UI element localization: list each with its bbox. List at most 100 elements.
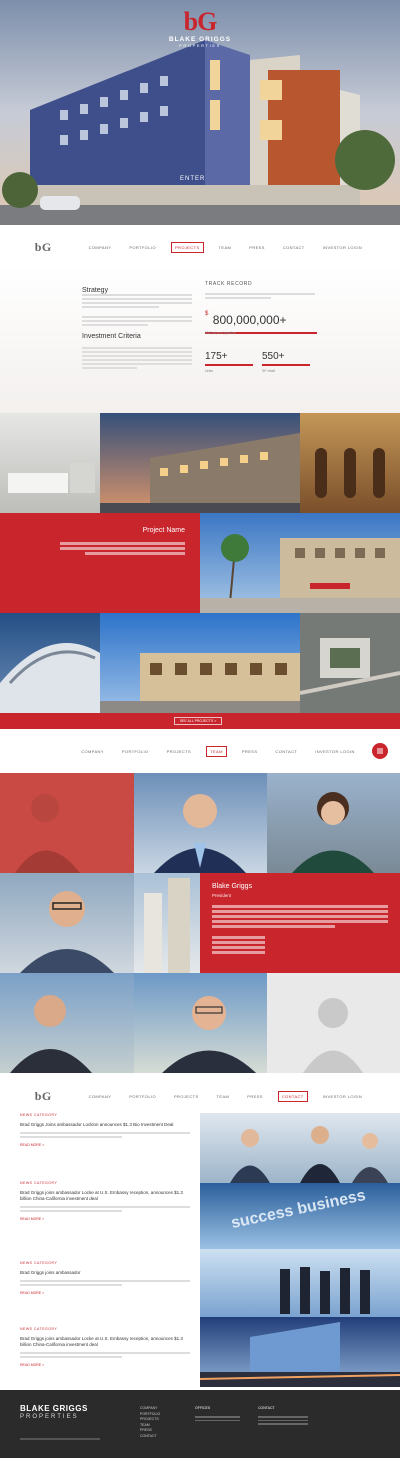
- press-item[interactable]: NEWS CATEGORY Brad Griggs joins ambassad…: [20, 1261, 190, 1321]
- nav-projects[interactable]: PROJECTS: [170, 241, 204, 253]
- footer-contact-text: [258, 1414, 308, 1427]
- press-title: Brad Griggs Joins ambassador Locklon ann…: [20, 1122, 174, 1127]
- read-more-link[interactable]: READ MORE >: [20, 1291, 190, 1295]
- nav-portfolio[interactable]: PORTFOLIO: [126, 243, 159, 252]
- press-image-business[interactable]: success business: [200, 1183, 400, 1249]
- nav-logo[interactable]: bG: [35, 240, 52, 255]
- strategy-text: [82, 292, 192, 328]
- nav-team[interactable]: TEAM: [216, 243, 235, 252]
- nav-company[interactable]: COMPANY: [78, 747, 107, 756]
- hero-logo[interactable]: bG BLAKE GRIGGS PROPERTIES: [0, 7, 400, 49]
- nav-portfolio[interactable]: PORTFOLIO: [126, 1092, 159, 1101]
- nav-projects[interactable]: PROJECTS: [164, 747, 195, 756]
- nav-press[interactable]: PRESS: [244, 1092, 266, 1101]
- criteria-text: [82, 345, 192, 371]
- team-info-panel: Blake Griggs President: [200, 873, 400, 973]
- nav-investor-login[interactable]: INVESTOR LOGIN: [320, 243, 366, 252]
- read-more-link[interactable]: READ MORE >: [20, 1217, 190, 1221]
- project-tile-building[interactable]: [100, 413, 300, 513]
- press-item[interactable]: NEWS CATEGORY Brad Griggs Joins ambassad…: [20, 1113, 190, 1183]
- nav-team[interactable]: TEAM: [214, 1092, 233, 1101]
- project-name: Project Name: [142, 527, 185, 534]
- see-all-projects-bar: SEE ALL PROJECTS >: [0, 713, 400, 729]
- project-tile-stadium[interactable]: [0, 613, 100, 713]
- team-photo-6: [162, 996, 256, 1073]
- logo-mark: bG: [183, 7, 218, 36]
- footer: BLAKE GRIGGS PROPERTIES COMPANY PORTFOLI…: [0, 1390, 400, 1458]
- team-photo-2: [154, 794, 246, 873]
- team-tile-1[interactable]: [0, 773, 134, 873]
- team-tile-4[interactable]: [0, 873, 134, 973]
- project-tile-aerial[interactable]: [300, 613, 400, 713]
- press-title: Brad Griggs joins ambassador Locke at U.…: [20, 1336, 183, 1347]
- nav-bar-team: COMPANY PORTFOLIO PROJECTS TEAM PRESS CO…: [0, 736, 400, 766]
- amount-label: NW current pipeline: [205, 331, 236, 335]
- press-image-team[interactable]: [200, 1249, 400, 1317]
- footer-offices-title: OFFICES: [195, 1406, 211, 1410]
- nav-logo[interactable]: bG: [35, 1089, 52, 1104]
- press-item[interactable]: NEWS CATEGORY Brad Griggs joins ambassad…: [20, 1327, 190, 1393]
- nav-contact[interactable]: CONTACT: [280, 243, 308, 252]
- project-tile-facade[interactable]: [300, 413, 400, 513]
- read-more-link[interactable]: READ MORE >: [20, 1143, 190, 1147]
- nav-contact[interactable]: CONTACT: [277, 1090, 308, 1102]
- menu-button[interactable]: [372, 743, 388, 759]
- press-title: Brad Griggs joins ambassador: [20, 1270, 81, 1275]
- nav-press[interactable]: PRESS: [239, 747, 261, 756]
- nav-company[interactable]: COMPANY: [86, 243, 115, 252]
- footer-link-company[interactable]: COMPANY: [140, 1406, 160, 1412]
- hero-sign: ENTER: [180, 176, 206, 182]
- see-all-projects-button[interactable]: SEE ALL PROJECTS >: [174, 717, 222, 725]
- nav-company[interactable]: COMPANY: [86, 1092, 115, 1101]
- footer-link-projects[interactable]: PROJECTS: [140, 1417, 160, 1423]
- nav-bar-company: bG COMPANY PORTFOLIO PROJECTS TEAM PRESS…: [0, 232, 400, 262]
- press-category: NEWS CATEGORY: [20, 1181, 58, 1185]
- press-image-skyline[interactable]: [200, 1317, 400, 1387]
- company-section: Strategy Investment Criteria TRACK RECOR…: [0, 265, 400, 413]
- team-photo-1: [15, 794, 80, 873]
- stat-retail-label: SF retail: [262, 369, 276, 373]
- footer-link-contact[interactable]: CONTACT: [140, 1434, 160, 1440]
- nav-projects[interactable]: PROJECTS: [171, 1092, 202, 1101]
- team-tile-city: [134, 873, 200, 973]
- criteria-title: Investment Criteria: [82, 333, 141, 340]
- footer-offices-text: [195, 1414, 240, 1423]
- press-list: NEWS CATEGORY Brad Griggs Joins ambassad…: [0, 1113, 200, 1393]
- page: ENTER bG BLAKE GRIGGS PROPERTIES bG COMP…: [0, 0, 400, 1458]
- team-member-name: Blake Griggs: [212, 883, 253, 890]
- stat-units: 175+: [205, 351, 253, 366]
- hero-image: ENTER bG BLAKE GRIGGS PROPERTIES: [0, 0, 400, 225]
- currency-symbol: $: [205, 311, 209, 317]
- track-record-title: TRACK RECORD: [205, 281, 253, 287]
- project-description: [60, 540, 185, 557]
- project-tile-interior[interactable]: [0, 413, 100, 513]
- team-tile-placeholder[interactable]: [267, 973, 400, 1073]
- press-category: NEWS CATEGORY: [20, 1113, 58, 1117]
- project-info-panel: Project Name: [0, 513, 200, 613]
- footer-brand-sub: PROPERTIES: [20, 1414, 79, 1420]
- team-tile-5[interactable]: [0, 973, 134, 1073]
- nav-investor-login[interactable]: INVESTOR LOGIN: [312, 747, 358, 756]
- pipeline-amount: 800,000,000+: [212, 313, 287, 327]
- project-tile-retail[interactable]: [100, 613, 300, 713]
- read-more-link[interactable]: READ MORE >: [20, 1363, 190, 1367]
- press-category: NEWS CATEGORY: [20, 1327, 58, 1331]
- footer-contact-title: CONTACT: [258, 1406, 275, 1410]
- press-item[interactable]: NEWS CATEGORY Brad Griggs joins ambassad…: [20, 1181, 190, 1251]
- menu-icon: [377, 748, 383, 754]
- nav-portfolio[interactable]: PORTFOLIO: [119, 747, 152, 756]
- press-title: Brad Griggs joins ambassador Locke at U.…: [20, 1190, 183, 1201]
- footer-brand-name: BLAKE GRIGGS: [20, 1404, 88, 1413]
- team-member-bio: [212, 903, 388, 956]
- nav-bar-press: bG COMPANY PORTFOLIO PROJECTS TEAM PRESS…: [0, 1081, 400, 1111]
- nav-team[interactable]: TEAM: [206, 745, 227, 757]
- nav-press[interactable]: PRESS: [246, 243, 268, 252]
- team-tile-6[interactable]: [134, 973, 267, 1073]
- nav-investor-login[interactable]: INVESTOR LOGIN: [320, 1092, 366, 1101]
- team-tile-2[interactable]: [134, 773, 267, 873]
- press-image-meeting[interactable]: [200, 1113, 400, 1183]
- nav-contact[interactable]: CONTACT: [272, 747, 300, 756]
- team-tile-3[interactable]: [267, 773, 400, 873]
- project-tile-street[interactable]: [200, 513, 400, 613]
- press-category: NEWS CATEGORY: [20, 1261, 58, 1265]
